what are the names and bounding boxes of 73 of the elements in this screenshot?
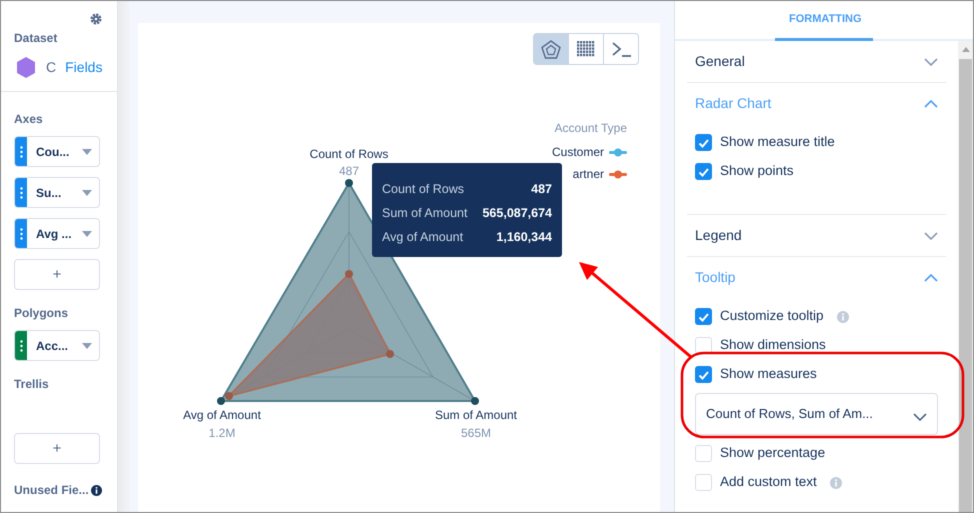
checkmark-icon: [698, 138, 710, 148]
pill-handle[interactable]: [15, 219, 27, 248]
checkbox-label: Customize tooltip: [720, 307, 824, 326]
checkmark-icon: [698, 312, 710, 322]
section-label: Axes: [13, 111, 44, 128]
checkmark-icon: [698, 166, 710, 176]
dataset-name: C: [46, 58, 56, 77]
chevron-up-icon: [924, 272, 938, 282]
checkbox[interactable]: [695, 163, 712, 180]
checkbox-label: Show measures: [720, 365, 817, 384]
checkbox-label: Show dimensions: [720, 336, 826, 354]
fields-link[interactable]: Fields: [65, 57, 102, 78]
tooltip-label: Avg of Amount: [382, 228, 464, 246]
tooltip-label: Count of Rows: [382, 180, 464, 198]
axis-label: Count of Rows: [310, 146, 388, 163]
section-label: Dataset: [13, 30, 58, 47]
legend-title: Account Type: [554, 120, 627, 137]
field-pill[interactable]: Avg ...: [14, 218, 100, 249]
section-label: Trellis: [13, 376, 50, 393]
section-label: Polygons: [13, 305, 70, 322]
table-icon: [577, 41, 595, 57]
pill-handle[interactable]: [15, 137, 27, 166]
pill-handle[interactable]: [15, 178, 27, 207]
hexagon-icon: [15, 56, 37, 79]
chevron-down-icon: [924, 56, 938, 66]
axis-value: 1.2M: [208, 425, 236, 442]
caret-icon: [82, 148, 92, 154]
data-point[interactable]: [217, 397, 225, 405]
terminal-icon: [611, 40, 631, 58]
checkbox-label: Show percentage: [720, 444, 826, 462]
add-button[interactable]: +: [14, 259, 100, 290]
checkmark-icon: [698, 370, 710, 380]
scroll-up-icon[interactable]: [960, 46, 970, 53]
caret-icon: [82, 190, 92, 196]
chevron-down-icon: [924, 230, 938, 240]
field-pill[interactable]: Cou...: [14, 136, 100, 167]
axis-value: 487: [338, 163, 360, 180]
checkbox-label: Add custom text: [720, 473, 817, 492]
section-header[interactable]: General: [687, 41, 946, 82]
settings-icon[interactable]: [89, 12, 103, 26]
checkbox[interactable]: [695, 134, 712, 151]
legend-label: artner: [572, 166, 604, 183]
radar-chart-icon: [541, 40, 561, 58]
pill-handle[interactable]: [15, 331, 27, 360]
scrollbar[interactable]: [958, 41, 973, 512]
tooltip-value: 565,087,674: [482, 204, 552, 222]
chevron-up-icon: [924, 98, 938, 108]
info-icon: [90, 484, 102, 496]
tooltip-value: 1,160,344: [496, 228, 552, 246]
tooltip-value: 487: [531, 180, 552, 198]
add-button[interactable]: +: [14, 433, 100, 464]
view-toggle-button[interactable]: [603, 33, 639, 65]
chevron-down-icon: [913, 412, 927, 422]
field-pill[interactable]: Acc...: [14, 330, 100, 361]
unused-fields-label: Unused Fie...: [14, 482, 89, 499]
checkbox[interactable]: [695, 308, 712, 325]
legend-label: Customer: [552, 144, 604, 161]
tooltip-label: Sum of Amount: [382, 204, 468, 222]
measures-dropdown[interactable]: Count of Rows, Sum of Am...: [695, 393, 938, 435]
checkbox[interactable]: [695, 366, 712, 383]
caret-icon: [82, 230, 92, 236]
data-point[interactable]: [471, 397, 479, 405]
data-point[interactable]: [345, 179, 353, 187]
view-toggle-button[interactable]: [533, 33, 569, 65]
checkbox-label: Show points: [720, 162, 794, 180]
axis-value: 565M: [460, 425, 492, 442]
field-pill[interactable]: Su...: [14, 177, 100, 208]
view-toggle-button[interactable]: [568, 33, 604, 65]
axis-label: Sum of Amount: [434, 407, 518, 424]
checkbox-label: Show measure title: [720, 133, 835, 152]
section-header[interactable]: Legend: [687, 215, 946, 256]
axis-label: Avg of Amount: [183, 407, 261, 424]
caret-icon: [82, 342, 92, 348]
